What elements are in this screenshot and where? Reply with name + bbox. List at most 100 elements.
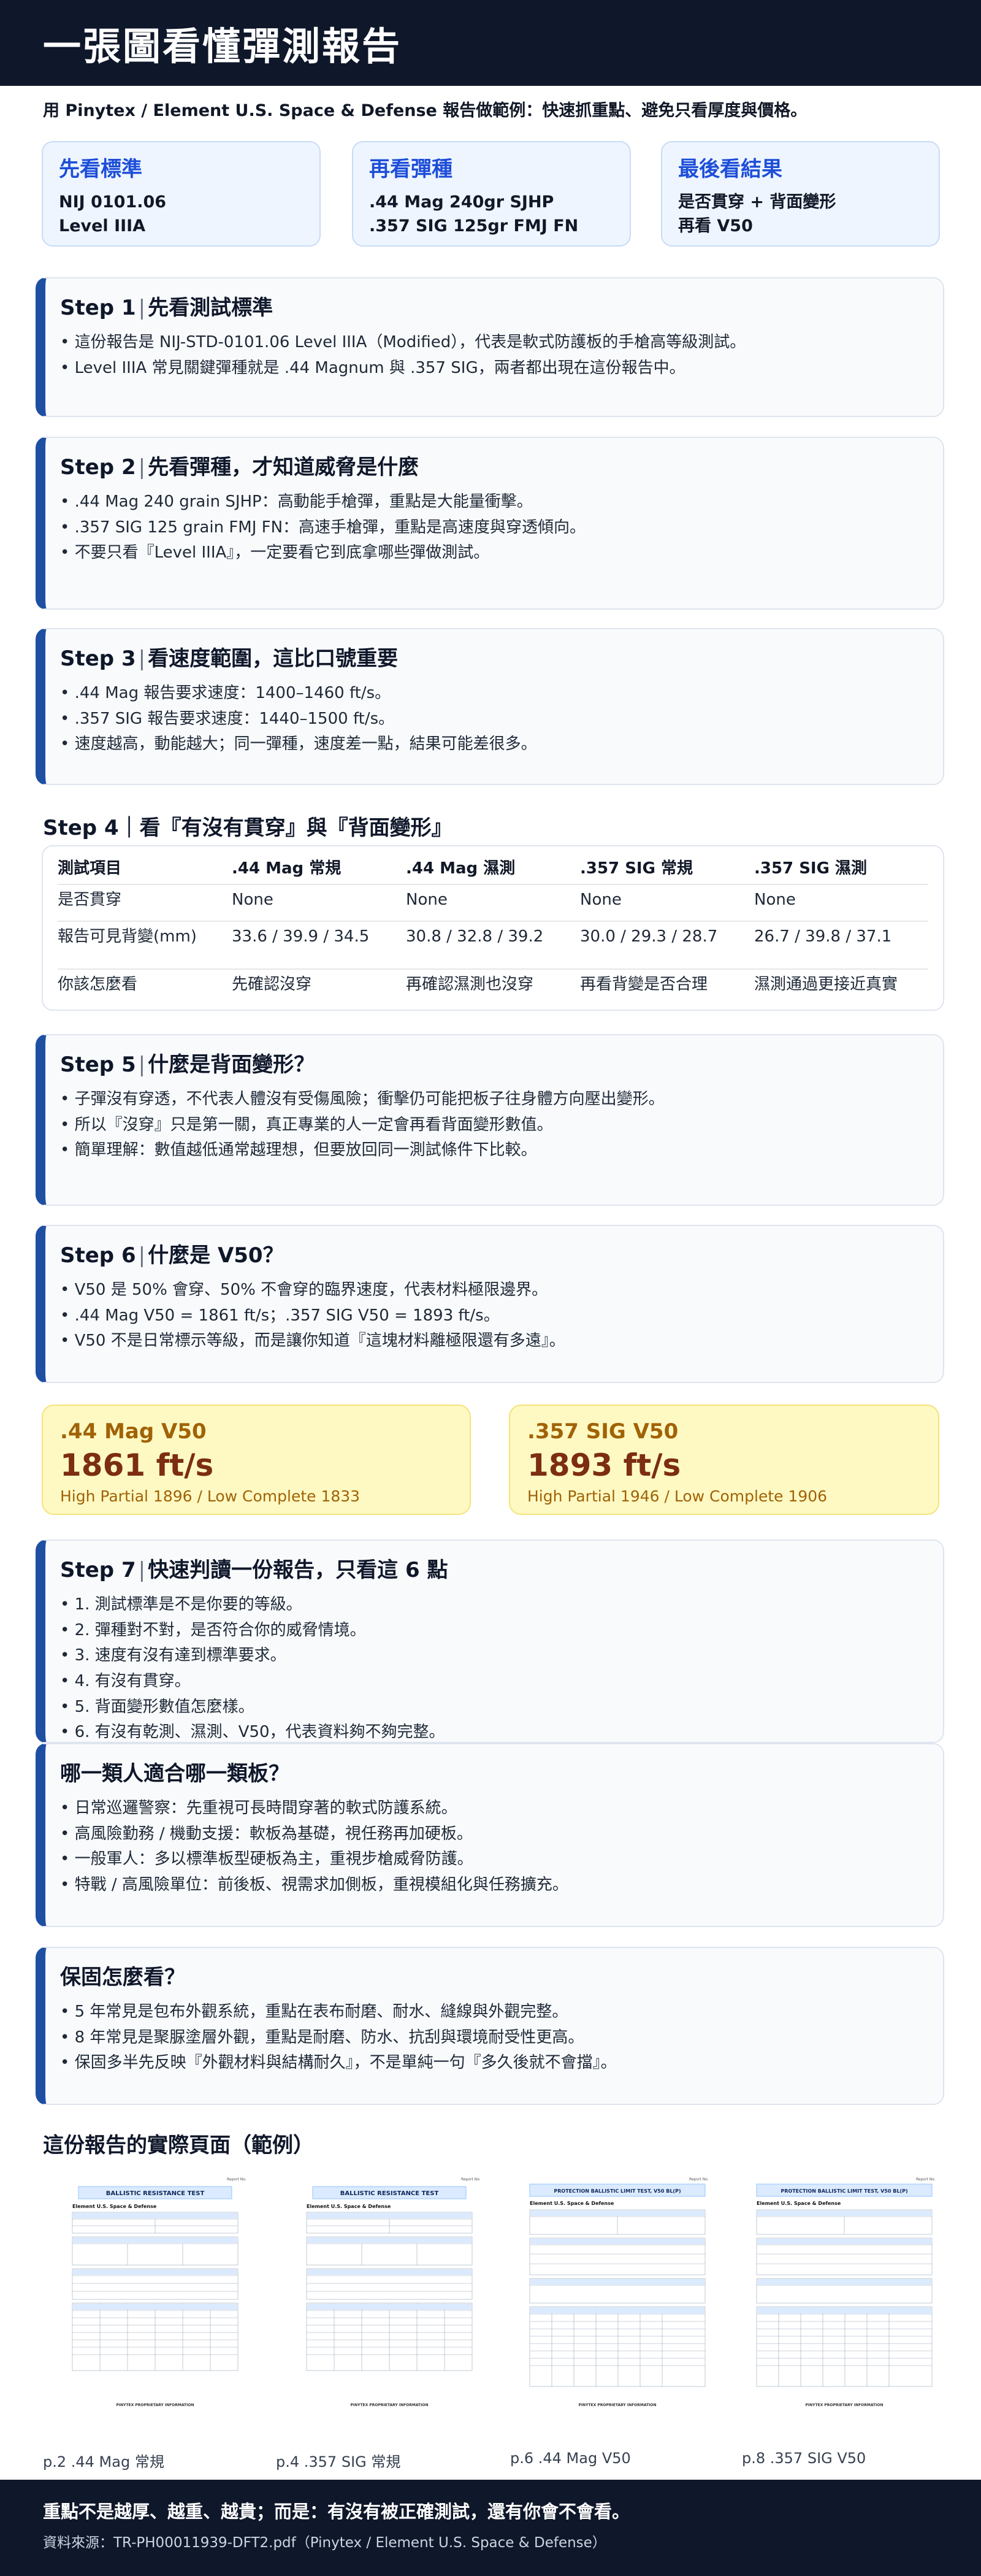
panel-bullet: • 8 年常見是聚脲塗層外觀，重點是耐磨、防水、抗刮與環境耐受性更高。 [60,2028,584,2047]
step-title: Step 7 | 快速判讀一份報告，只看這 6 點 [60,1558,448,1582]
page-subtitle: 用 Pinytex / Element U.S. Space & Defense… [43,101,807,120]
card-title: 先看標準 [59,157,142,182]
thumb-footer: PINYTEX PROPRIETARY INFORMATION [805,2403,883,2407]
table-header: 測試項目 [58,850,232,885]
table-row: 是否貫穿 None None None None [58,884,928,922]
v50-value: 1893 ft/s [527,1447,681,1484]
table-cell: 再確認濕測也沒穿 [406,975,534,994]
card-line: 再看 V50 [678,217,753,236]
step-7-panel: Step 7 | 快速判讀一份報告，只看這 6 點 • 1. 測試標準是不是你要的等… [36,1539,944,1743]
fit-guide-panel: 哪一類人適合哪一類板？ • 日常巡邏警察：先重視可長時間穿著的軟式防護系統。 •… [36,1743,944,1927]
page-header: 一張圖看懂彈測報告 [0,0,981,86]
thumb-footer: PINYTEX PROPRIETARY INFORMATION [350,2403,428,2407]
card-line: NIJ 0101.06 [59,193,167,212]
v50-value: 1861 ft/s [60,1447,214,1484]
step-bullet: • 2. 彈種對不對，是否符合你的威脅情境。 [60,1620,366,1639]
step-3-panel: Step 3 | 看速度範圍，這比口號重要 • .44 Mag 報告要求速度：140… [36,628,944,785]
step-title: Step 1 | 先看測試標準 [60,296,273,320]
step-title: Step 5 | 什麼是背面變形？ [60,1052,315,1077]
step-bullet: • 這份報告是 NIJ-STD-0101.06 Level IIIA（Modif… [60,333,746,352]
step-bullet: • Level IIIA 常見關鍵彈種就是 .44 Magnum 與 .357 … [60,358,685,377]
step-title: Step 2 | 先看彈種，才知道威脅是什麼 [60,455,419,480]
card-line: 是否貫穿 + 背面變形 [678,193,836,212]
card-line: .44 Mag 240gr SJHP [369,193,554,212]
step-4-title: Step 4｜看『有沒有貫穿』與『背面變形』 [43,816,452,840]
thumb-company: Element U.S. Space & Defense [307,2204,391,2209]
table-cell: 你該怎麼看 [58,975,138,994]
report-page-thumbnail: Report No. PROTECTION BALLISTIC LIMIT TE… [516,2174,719,2413]
card-line: .357 SIG 125gr FMJ FN [369,217,579,236]
table-cell: 先確認沒穿 [232,975,312,994]
step-bullet: • .357 SIG 125 grain FMJ FN：高速手槍彈，重點是高速度… [60,518,586,537]
v50-title: .357 SIG V50 [527,1419,679,1444]
thumb-company: Element U.S. Space & Defense [530,2201,614,2206]
table-header: .44 Mag 濕測 [406,850,580,885]
thumb-heading: BALLISTIC RESISTANCE TEST [106,2190,205,2197]
v50-detail: High Partial 1946 / Low Complete 1906 [527,1487,828,1505]
card-title: 再看彈種 [369,157,452,182]
summary-card-result: 最後看結果 是否貫穿 + 背面變形 再看 V50 [661,141,940,247]
step-bullet: • 速度越高，動能越大；同一彈種，速度差一點，結果可能差很多。 [60,735,537,754]
step-bullet: • 1. 測試標準是不是你要的等級。 [60,1595,302,1614]
step-bullet: • .357 SIG 報告要求速度：1440–1500 ft/s。 [60,709,395,728]
step-bullet: • 簡單理解：數值越低通常越理想，但要放回同一測試條件下比較。 [60,1141,537,1160]
table-cell: None [580,884,754,922]
thumb-caption: p.6 .44 Mag V50 [510,2450,631,2467]
footer-source: 資料來源：TR-PH00011939-DFT2.pdf（Pinytex / El… [43,2534,606,2551]
step-bullet: • V50 不是日常標示等級，而是讓你知道『這塊材料離極限還有多遠』。 [60,1332,565,1351]
summary-card-ammo: 再看彈種 .44 Mag 240gr SJHP .357 SIG 125gr F… [352,141,631,247]
panel-bullet: • 高風險勤務 / 機動支援：軟板為基礎，視任務再加硬板。 [60,1824,473,1843]
step-bullet: • V50 是 50% 會穿、50% 不會穿的臨界速度，代表材料極限邊界。 [60,1281,548,1300]
table-cell: None [406,884,580,922]
table-cell: None [232,884,406,922]
step-5-panel: Step 5 | 什麼是背面變形？ • 子彈沒有穿透，不代表人體沒有受傷風險；衝擊仍… [36,1034,944,1206]
step-bullet: • 不要只看『Level IIIA』，一定要看它到底拿哪些彈做測試。 [60,543,490,562]
table-cell: 再看背變是否合理 [580,975,708,994]
step-bullet: • .44 Mag V50 = 1861 ft/s；.357 SIG V50 =… [60,1306,500,1325]
step-6-panel: Step 6 | 什麼是 V50？ • V50 是 50% 會穿、50% 不會穿的臨… [36,1225,944,1383]
panel-title: 保固怎麼看？ [60,1965,185,1990]
result-table: 測試項目 .44 Mag 常規 .44 Mag 濕測 .357 SIG 常規 .… [58,850,928,1010]
v50-card-44mag: .44 Mag V50 1861 ft/s High Partial 1896 … [42,1405,471,1515]
step-bullet: • .44 Mag 240 grain SJHP：高動能手槍彈，重點是大能量衝擊… [60,493,533,512]
panel-bullet: • 一般軍人：多以標準板型硬板為主，重視步槍威脅防護。 [60,1850,473,1869]
panel-bullet: • 特戰 / 高風險單位：前後板、視需求加側板，重視模組化與任務擴充。 [60,1875,568,1894]
thumb-footer: PINYTEX PROPRIETARY INFORMATION [116,2403,194,2407]
table-cell: 30.0 / 29.3 / 28.7 [580,921,754,970]
thumb-page-no: Report No. [227,2177,246,2182]
table-header: .357 SIG 濕測 [754,850,928,885]
step-bullet: • 所以『沒穿』只是第一關，真正專業的人一定會再看背面變形數值。 [60,1115,553,1134]
step-bullet: • 子彈沒有穿透，不代表人體沒有受傷風險；衝擊仍可能把板子往身體方向壓出變形。 [60,1090,665,1109]
thumb-page-no: Report No. [689,2177,709,2182]
panel-bullet: • 日常巡邏警察：先重視可長時間穿著的軟式防護系統。 [60,1799,457,1818]
v50-card-357sig: .357 SIG V50 1893 ft/s High Partial 1946… [509,1405,939,1515]
thumb-heading: PROTECTION BALLISTIC LIMIT TEST, V50 BL(… [781,2188,907,2194]
step-2-panel: Step 2 | 先看彈種，才知道威脅是什麼 • .44 Mag 240 grain… [36,437,944,610]
table-row: 你該怎麼看 先確認沒穿 再確認濕測也沒穿 再看背變是否合理 濕測通過更接近真實 [58,969,928,1010]
thumb-caption: p.8 .357 SIG V50 [742,2450,866,2467]
panel-bullet: • 保固多半先反映『外觀材料與結構耐久』，不是單純一句『多久後就不會擋』。 [60,2053,617,2072]
table-row: 報告可見背變(mm) 33.6 / 39.9 / 34.5 30.8 / 32.… [58,921,928,970]
summary-card-standard: 先看標準 NIJ 0101.06 Level IIIA [42,141,321,247]
table-cell: 是否貫穿 [58,884,232,922]
thumb-heading: BALLISTIC RESISTANCE TEST [340,2190,439,2197]
thumb-caption: p.4 .357 SIG 常規 [276,2453,401,2471]
thumb-heading: PROTECTION BALLISTIC LIMIT TEST, V50 BL(… [554,2188,681,2194]
v50-title: .44 Mag V50 [60,1419,207,1444]
result-table-box: 測試項目 .44 Mag 常規 .44 Mag 濕測 .357 SIG 常規 .… [42,845,944,1011]
step-bullet: • 4. 有沒有貫穿。 [60,1671,191,1690]
report-page-thumbnail: Report No. BALLISTIC RESISTANCE TEST Ele… [288,2174,490,2413]
step-bullet: • 6. 有沒有乾測、濕測、V50，代表資料夠不夠完整。 [60,1723,445,1742]
thumb-company: Element U.S. Space & Defense [757,2201,841,2206]
thumb-footer: PINYTEX PROPRIETARY INFORMATION [578,2403,656,2407]
report-pages-title: 這份報告的實際頁面（範例） [43,2133,314,2158]
table-cell: 濕測通過更接近真實 [754,975,898,994]
report-page-thumbnail: Report No. PROTECTION BALLISTIC LIMIT TE… [743,2174,945,2413]
v50-detail: High Partial 1896 / Low Complete 1833 [60,1487,361,1505]
warranty-panel: 保固怎麼看？ • 5 年常見是包布外觀系統，重點在表布耐磨、耐水、縫線與外觀完整… [36,1947,944,2105]
card-title: 最後看結果 [678,157,782,182]
table-cell: 26.7 / 39.8 / 37.1 [754,921,928,970]
table-header: .357 SIG 常規 [580,850,754,885]
footer-message: 重點不是越厚、越重、越貴；而是：有沒有被正確測試，還有你會不會看。 [43,2501,630,2522]
step-1-panel: Step 1 | 先看測試標準 • 這份報告是 NIJ-STD-0101.06 Le… [36,277,944,417]
